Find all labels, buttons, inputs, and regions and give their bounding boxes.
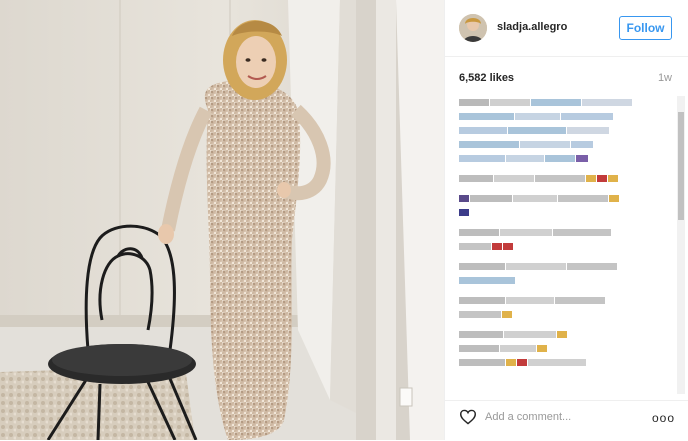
comment-line xyxy=(459,98,669,107)
add-comment-input[interactable]: Add a comment... xyxy=(485,411,571,423)
post-age[interactable]: 1w xyxy=(658,72,672,84)
heart-icon[interactable] xyxy=(459,409,477,425)
comment-line xyxy=(459,126,669,135)
post-photo[interactable] xyxy=(0,0,444,440)
comment-line xyxy=(459,228,669,237)
username-link[interactable]: sladja.allegro xyxy=(497,21,567,33)
comments-scrollbar-thumb[interactable] xyxy=(678,112,684,220)
avatar-image xyxy=(459,14,487,42)
comment-line xyxy=(459,174,669,183)
comment-line xyxy=(459,154,669,163)
comment-line xyxy=(459,358,669,367)
comment-line xyxy=(459,242,669,251)
more-options-icon[interactable]: ooo xyxy=(652,411,675,425)
comment-line xyxy=(459,276,669,285)
post-sidebar: sladja.allegro Follow 6,582 likes 1w Add… xyxy=(444,0,688,440)
comment-line xyxy=(459,330,669,339)
avatar[interactable] xyxy=(459,14,487,42)
comment-line xyxy=(459,344,669,353)
follow-button[interactable]: Follow xyxy=(619,16,672,40)
comment-line xyxy=(459,208,669,217)
comment-line xyxy=(459,310,669,319)
comment-line xyxy=(459,262,669,271)
comment-line xyxy=(459,194,669,203)
comment-line xyxy=(459,296,669,305)
likes-count[interactable]: 6,582 likes xyxy=(459,72,514,84)
photo-image xyxy=(0,0,444,440)
comment-line xyxy=(459,140,669,149)
comment-line xyxy=(459,112,669,121)
comments-list xyxy=(459,98,669,390)
comment-footer: Add a comment... ooo xyxy=(445,400,688,441)
post-header: sladja.allegro Follow xyxy=(445,0,688,57)
